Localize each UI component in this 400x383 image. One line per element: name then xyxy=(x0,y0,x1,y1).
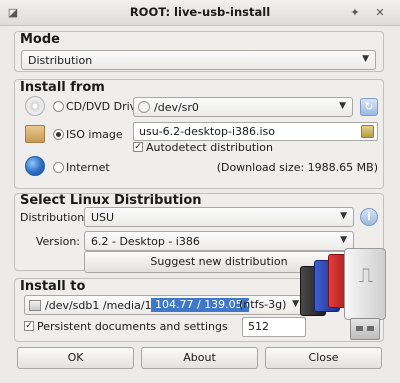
cd-disc-icon xyxy=(25,96,45,116)
version-label: Version: xyxy=(35,235,80,248)
close-button[interactable]: Close xyxy=(265,347,382,369)
about-button[interactable]: About xyxy=(141,347,258,369)
filesystem-text: (ntfs-3g) xyxy=(239,298,287,311)
package-icon xyxy=(25,125,45,143)
refresh-icon[interactable]: ↻ xyxy=(360,98,378,116)
distribution-value: USU xyxy=(91,211,115,224)
autodetect-checkbox[interactable]: ✓ xyxy=(133,142,143,152)
chevron-down-icon: ▼ xyxy=(362,54,369,64)
iso-radio[interactable] xyxy=(53,129,64,140)
install-from-title: Install from xyxy=(20,80,105,95)
iso-path-field[interactable]: usu-6.2-desktop-i386.iso xyxy=(133,122,378,141)
iso-path-value: usu-6.2-desktop-i386.iso xyxy=(139,125,276,138)
cd-label: CD/DVD Drive xyxy=(66,100,143,113)
mode-title: Mode xyxy=(20,32,60,47)
mode-value: Distribution xyxy=(28,54,93,67)
persistent-label: Persistent documents and settings xyxy=(37,320,228,333)
download-size: (Download size: 1988.65 MB) xyxy=(216,161,378,174)
persistent-size-field[interactable]: 512 xyxy=(242,317,306,337)
distribution-label: Distribution: xyxy=(20,211,88,224)
keep-above-icon[interactable]: ✦ xyxy=(348,6,362,20)
chevron-down-icon: ▼ xyxy=(340,211,347,221)
info-icon[interactable]: i xyxy=(360,208,378,226)
internet-label: Internet xyxy=(66,161,110,174)
target-device-select[interactable]: /dev/sdb1 /media/115G 104.77 / 139.05 GB… xyxy=(24,295,306,315)
browse-folder-icon[interactable] xyxy=(361,125,374,138)
mode-select[interactable]: Distribution ▼ xyxy=(21,50,376,70)
globe-icon xyxy=(25,156,45,176)
install-to-title: Install to xyxy=(20,279,86,294)
drive-icon xyxy=(138,101,150,113)
close-window-icon[interactable]: ✕ xyxy=(373,6,387,20)
window-title: ROOT: live-usb-install xyxy=(129,5,271,19)
persistent-checkbox[interactable]: ✓ xyxy=(24,321,34,331)
iso-label: ISO image xyxy=(66,128,123,141)
chevron-down-icon: ▼ xyxy=(340,235,347,245)
cd-device-select[interactable]: /dev/sr0 ▼ xyxy=(133,97,353,117)
persistent-size-value: 512 xyxy=(248,320,269,333)
autodetect-label: Autodetect distribution xyxy=(146,141,273,154)
internet-radio[interactable] xyxy=(53,162,64,173)
chevron-down-icon: ▼ xyxy=(292,299,299,309)
cd-device-value: /dev/sr0 xyxy=(154,101,199,114)
cd-radio[interactable] xyxy=(53,101,64,112)
usb-sticks-icon: ⎍ xyxy=(300,248,388,343)
distribution-select[interactable]: USU ▼ xyxy=(84,207,354,227)
ok-button[interactable]: OK xyxy=(17,347,134,369)
usb-drive-icon xyxy=(29,300,41,311)
capacity-bar: 104.77 / 139.05 GB (ntfs-3g) xyxy=(151,298,286,312)
chevron-down-icon: ▼ xyxy=(339,101,346,111)
version-value: 6.2 - Desktop - i386 xyxy=(91,235,200,248)
distribution-title: Select Linux Distribution xyxy=(20,193,202,208)
